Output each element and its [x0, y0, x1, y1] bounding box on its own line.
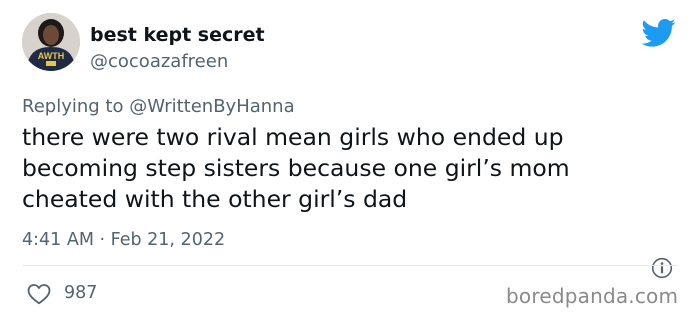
twitter-bird-icon[interactable] [642, 18, 676, 48]
user-handle[interactable]: @cocoazafreen [90, 51, 228, 72]
timestamp[interactable]: 4:41 AM · Feb 21, 2022 [22, 230, 225, 250]
replying-to: Replying to @WrittenByHanna [22, 96, 295, 117]
tweet-card: AWTH best kept secret @cocoazafreen Repl… [0, 0, 700, 319]
svg-text:AWTH: AWTH [38, 51, 65, 61]
heart-icon[interactable] [27, 283, 51, 305]
avatar-image: AWTH [22, 13, 80, 71]
like-count: 987 [64, 283, 98, 303]
divider [22, 265, 678, 266]
info-icon[interactable] [651, 257, 673, 279]
replying-to-prefix: Replying to [22, 96, 130, 117]
tweet-text: there were two rival mean girls who ende… [22, 123, 570, 213]
replying-to-user-link[interactable]: @WrittenByHanna [129, 96, 294, 117]
watermark: boredpanda.com [506, 284, 679, 308]
display-name[interactable]: best kept secret [90, 24, 265, 46]
avatar[interactable]: AWTH [22, 13, 80, 71]
